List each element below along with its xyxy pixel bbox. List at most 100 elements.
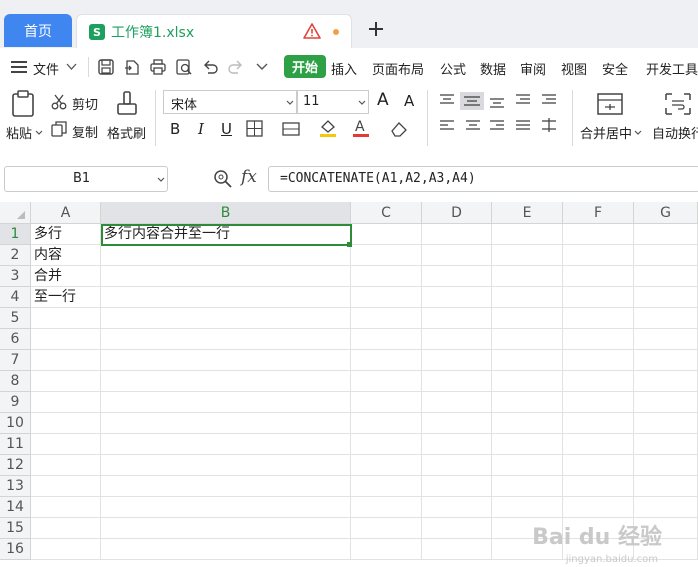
cell-d7[interactable] bbox=[422, 350, 492, 371]
cell-d16[interactable] bbox=[422, 539, 492, 560]
cell-c15[interactable] bbox=[351, 518, 422, 539]
warning-icon[interactable] bbox=[303, 22, 321, 40]
cell-c2[interactable] bbox=[351, 245, 422, 266]
cell-b14[interactable] bbox=[101, 497, 351, 518]
cell-g7[interactable] bbox=[634, 350, 698, 371]
underline-button[interactable]: U bbox=[221, 120, 232, 138]
cell-d2[interactable] bbox=[422, 245, 492, 266]
cell-a7[interactable] bbox=[31, 350, 101, 371]
cell-g3[interactable] bbox=[634, 266, 698, 287]
cell-g10[interactable] bbox=[634, 413, 698, 434]
cell-b4[interactable] bbox=[101, 287, 351, 308]
font-size-select[interactable]: 11 bbox=[297, 90, 369, 114]
cell-e2[interactable] bbox=[492, 245, 563, 266]
cell-c7[interactable] bbox=[351, 350, 422, 371]
row-header-5[interactable]: 5 bbox=[0, 308, 31, 329]
cell-e3[interactable] bbox=[492, 266, 563, 287]
cell-f14[interactable] bbox=[563, 497, 634, 518]
cell-d5[interactable] bbox=[422, 308, 492, 329]
cell-d6[interactable] bbox=[422, 329, 492, 350]
cell-d9[interactable] bbox=[422, 392, 492, 413]
export-pdf-icon[interactable] bbox=[123, 58, 141, 76]
paste-icon[interactable] bbox=[10, 89, 38, 119]
cell-f11[interactable] bbox=[563, 434, 634, 455]
cell-b7[interactable] bbox=[101, 350, 351, 371]
cell-c6[interactable] bbox=[351, 329, 422, 350]
cell-d14[interactable] bbox=[422, 497, 492, 518]
cell-a9[interactable] bbox=[31, 392, 101, 413]
cell-e9[interactable] bbox=[492, 392, 563, 413]
spreadsheet-grid[interactable]: ABCDEFG 1 2 3 4 5 6 7 8 9 10 11 12 13 14 15 16 多行 多行内容合并… bbox=[0, 202, 698, 567]
cell-g5[interactable] bbox=[634, 308, 698, 329]
insert-function-button[interactable]: fx bbox=[241, 167, 257, 187]
cell-f6[interactable] bbox=[563, 329, 634, 350]
cell-e6[interactable] bbox=[492, 329, 563, 350]
cell-c4[interactable] bbox=[351, 287, 422, 308]
cell-g11[interactable] bbox=[634, 434, 698, 455]
cell-g1[interactable] bbox=[634, 224, 698, 245]
undo-icon[interactable] bbox=[201, 58, 219, 76]
menu-insert[interactable]: 插入 bbox=[331, 59, 357, 78]
cell-d12[interactable] bbox=[422, 455, 492, 476]
cell-d3[interactable] bbox=[422, 266, 492, 287]
cell-g4[interactable] bbox=[634, 287, 698, 308]
save-icon[interactable] bbox=[97, 58, 115, 76]
cell-f10[interactable] bbox=[563, 413, 634, 434]
menu-file[interactable]: 文件 bbox=[33, 59, 59, 78]
increase-font-size-button[interactable]: A bbox=[377, 90, 389, 110]
menu-formulas[interactable]: 公式 bbox=[440, 59, 466, 78]
cell-c5[interactable] bbox=[351, 308, 422, 329]
menu-developer[interactable]: 开发工具 bbox=[646, 59, 698, 78]
cell-c12[interactable] bbox=[351, 455, 422, 476]
format-painter-button[interactable]: 格式刷 bbox=[107, 123, 146, 142]
chevron-down-icon[interactable] bbox=[66, 63, 77, 71]
cell-d8[interactable] bbox=[422, 371, 492, 392]
cell-a8[interactable] bbox=[31, 371, 101, 392]
cell-d1[interactable] bbox=[422, 224, 492, 245]
cell-a2[interactable]: 内容 bbox=[31, 245, 101, 266]
cell-d10[interactable] bbox=[422, 413, 492, 434]
chevron-down-icon[interactable] bbox=[634, 130, 642, 136]
cell-e8[interactable] bbox=[492, 371, 563, 392]
print-icon[interactable] bbox=[149, 58, 167, 76]
row-header-9[interactable]: 9 bbox=[0, 392, 31, 413]
row-header-8[interactable]: 8 bbox=[0, 371, 31, 392]
cell-d4[interactable] bbox=[422, 287, 492, 308]
row-header-1[interactable]: 1 bbox=[0, 224, 31, 245]
cell-e12[interactable] bbox=[492, 455, 563, 476]
wrap-text-icon[interactable] bbox=[664, 90, 692, 118]
auto-wrap-button[interactable]: 自动换行 bbox=[652, 123, 698, 142]
column-header-g[interactable]: G bbox=[634, 202, 698, 224]
font-name-select[interactable]: 宋体 bbox=[163, 90, 297, 114]
cell-g2[interactable] bbox=[634, 245, 698, 266]
cell-c16[interactable] bbox=[351, 539, 422, 560]
cell-b5[interactable] bbox=[101, 308, 351, 329]
cell-a12[interactable] bbox=[31, 455, 101, 476]
menu-start[interactable]: 开始 bbox=[284, 55, 326, 78]
cell-c3[interactable] bbox=[351, 266, 422, 287]
row-header-4[interactable]: 4 bbox=[0, 287, 31, 308]
menu-security[interactable]: 安全 bbox=[602, 59, 628, 78]
cell-g12[interactable] bbox=[634, 455, 698, 476]
cell-f3[interactable] bbox=[563, 266, 634, 287]
cell-d13[interactable] bbox=[422, 476, 492, 497]
column-header-a[interactable]: A bbox=[31, 202, 101, 224]
cell-b3[interactable] bbox=[101, 266, 351, 287]
cell-d11[interactable] bbox=[422, 434, 492, 455]
cell-c9[interactable] bbox=[351, 392, 422, 413]
customize-dropdown-icon[interactable] bbox=[256, 62, 268, 72]
cell-f7[interactable] bbox=[563, 350, 634, 371]
cell-e1[interactable] bbox=[492, 224, 563, 245]
row-header-13[interactable]: 13 bbox=[0, 476, 31, 497]
menu-data[interactable]: 数据 bbox=[480, 59, 506, 78]
copy-button[interactable]: 复制 bbox=[72, 122, 98, 141]
cell-a6[interactable] bbox=[31, 329, 101, 350]
cell-g8[interactable] bbox=[634, 371, 698, 392]
cell-g14[interactable] bbox=[634, 497, 698, 518]
column-header-c[interactable]: C bbox=[351, 202, 422, 224]
row-header-10[interactable]: 10 bbox=[0, 413, 31, 434]
row-header-3[interactable]: 3 bbox=[0, 266, 31, 287]
merge-style-icon[interactable] bbox=[282, 120, 300, 138]
row-header-6[interactable]: 6 bbox=[0, 329, 31, 350]
eraser-icon[interactable] bbox=[389, 120, 409, 138]
